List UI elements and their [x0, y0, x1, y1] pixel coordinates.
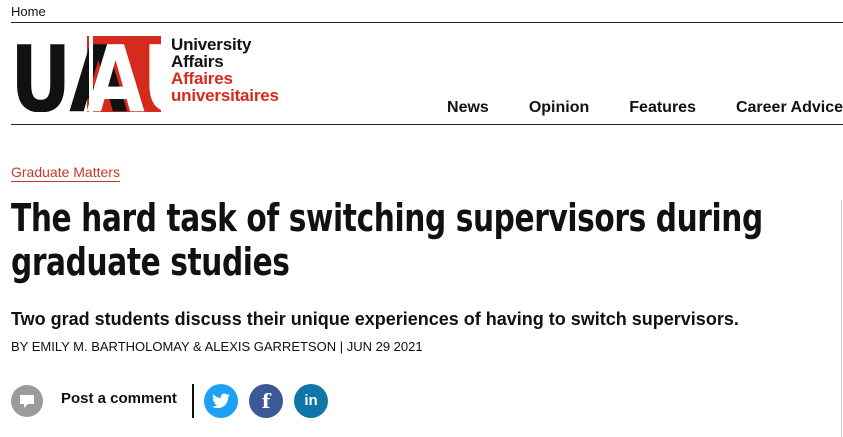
home-link[interactable]: Home: [11, 4, 46, 19]
twitter-icon[interactable]: [204, 384, 238, 418]
article-title: The hard task of switching supervisors d…: [11, 196, 763, 284]
post-comment-link[interactable]: Post a comment: [61, 390, 177, 407]
nav-news[interactable]: News: [447, 99, 489, 117]
nav-features[interactable]: Features: [629, 99, 696, 117]
logo-line-affairs: Affairs: [171, 52, 224, 71]
article-byline: BY EMILY M. BARTHOLOMAY & ALEXIS GARRETS…: [11, 339, 423, 354]
nav-opinion[interactable]: Opinion: [529, 99, 589, 117]
ua-au-logo-mark: UA AU: [11, 36, 161, 112]
logo-line-university: University: [171, 35, 252, 54]
comment-icon[interactable]: [11, 385, 43, 417]
top-divider: [11, 22, 843, 23]
linkedin-icon[interactable]: in: [294, 384, 328, 418]
nav-career-advice[interactable]: Career Advice: [736, 99, 843, 117]
actions-divider: [192, 384, 194, 418]
logo-line-affaires: Affaires: [171, 69, 233, 88]
logo-wordmark: University Affairs Affaires universitair…: [171, 36, 279, 104]
site-logo[interactable]: UA AU University Affairs Affaires univer…: [11, 36, 301, 112]
nav-divider: [11, 124, 843, 125]
sidebar-edge: [841, 200, 842, 437]
article-actions: Post a comment f in: [11, 384, 341, 418]
article-subtitle: Two grad students discuss their unique e…: [11, 309, 739, 329]
facebook-icon[interactable]: f: [249, 384, 283, 418]
main-nav: News Opinion Features Career Advice: [407, 99, 843, 117]
category-link[interactable]: Graduate Matters: [11, 164, 120, 182]
logo-line-universitaires: universitaires: [171, 86, 279, 105]
svg-text:AU: AU: [86, 36, 161, 112]
